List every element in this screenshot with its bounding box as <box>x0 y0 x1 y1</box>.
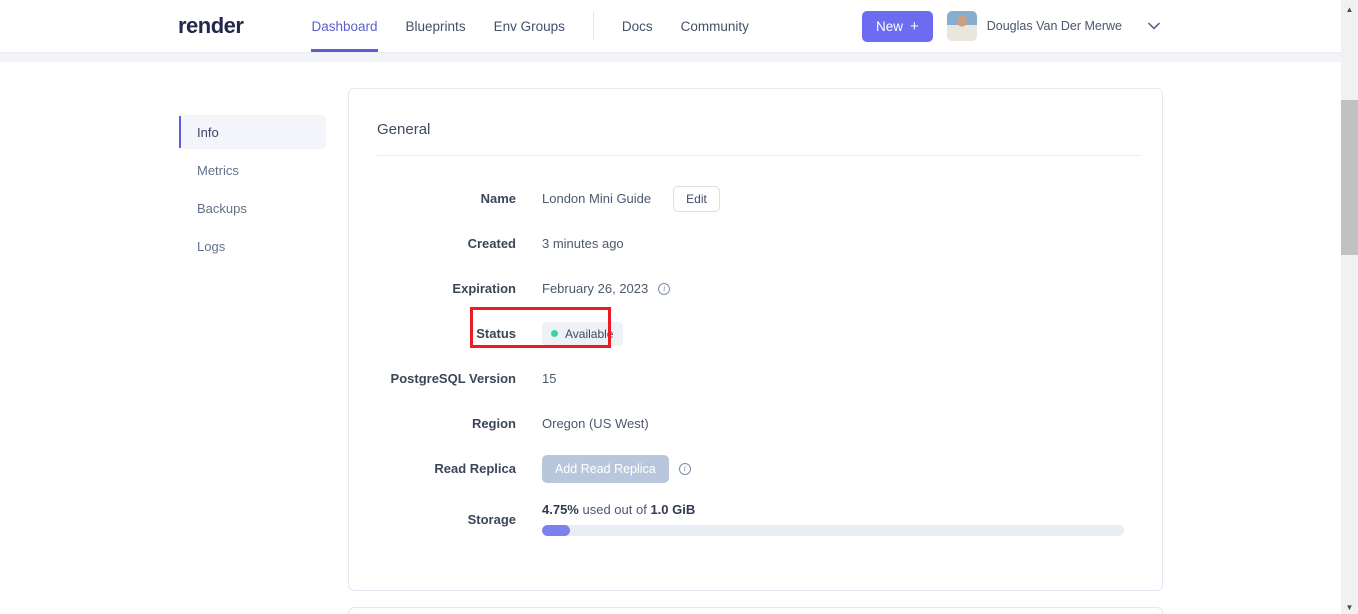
vertical-scrollbar[interactable]: ▲ ▼ <box>1341 0 1358 614</box>
sidebar-item-logs[interactable]: Logs <box>181 229 326 263</box>
next-card-top-edge <box>348 607 1163 614</box>
sidebar-item-metrics[interactable]: Metrics <box>181 153 326 187</box>
status-badge-label: Available <box>565 326 614 341</box>
main-nav: Dashboard Blueprints Env Groups Docs Com… <box>297 0 762 52</box>
created-value: 3 minutes ago <box>542 236 624 251</box>
general-card: General Name London Mini Guide Edit Crea… <box>348 88 1163 591</box>
region-row: Region Oregon (US West) <box>377 401 1122 446</box>
nav-blueprints[interactable]: Blueprints <box>392 0 480 52</box>
postgres-version-value: 15 <box>542 371 557 386</box>
sidebar-item-backups[interactable]: Backups <box>181 191 326 225</box>
new-button-label: New <box>875 18 903 34</box>
sidebar-item-info[interactable]: Info <box>179 115 326 149</box>
created-row: Created 3 minutes ago <box>377 221 1122 266</box>
scrollbar-thumb[interactable] <box>1341 100 1358 255</box>
nav-env-groups[interactable]: Env Groups <box>480 0 579 52</box>
name-label: Name <box>480 191 516 206</box>
region-label: Region <box>471 416 516 431</box>
region-value: Oregon (US West) <box>542 416 649 431</box>
add-read-replica-button[interactable]: Add Read Replica <box>542 454 669 483</box>
scroll-down-arrow-icon[interactable]: ▼ <box>1341 600 1358 614</box>
edit-button[interactable]: Edit <box>673 185 720 212</box>
storage-progress-track <box>542 525 1124 536</box>
name-value: London Mini Guide <box>542 191 652 206</box>
postgres-version-label: PostgreSQL Version <box>390 371 516 386</box>
storage-progress-fill <box>542 525 570 536</box>
header-strip <box>0 53 1358 62</box>
card-divider <box>377 155 1140 156</box>
top-navbar: render Dashboard Blueprints Env Groups D… <box>0 0 1358 53</box>
storage-total: 1.0 GiB <box>650 502 696 517</box>
name-row: Name London Mini Guide Edit <box>377 176 1122 221</box>
user-name[interactable]: Douglas Van Der Merwe <box>987 19 1122 33</box>
nav-docs[interactable]: Docs <box>608 0 667 52</box>
plus-icon: + <box>909 17 919 35</box>
read-replica-label: Read Replica <box>434 461 516 476</box>
read-replica-row: Read Replica Add Read Replica i <box>377 446 1122 491</box>
created-label: Created <box>467 236 516 251</box>
nav-dashboard[interactable]: Dashboard <box>297 0 391 52</box>
expiration-value: February 26, 2023 <box>542 281 649 296</box>
status-row: Status Available <box>377 311 1122 356</box>
render-logo[interactable]: render <box>178 13 244 39</box>
nav-divider <box>592 12 594 40</box>
status-badge: Available <box>542 321 624 346</box>
storage-usage-text: 4.75% used out of 1.0 GiB <box>542 502 1124 517</box>
expiration-label: Expiration <box>452 281 516 296</box>
expiration-row: Expiration February 26, 2023 i <box>377 266 1122 311</box>
storage-label: Storage <box>467 511 516 527</box>
chevron-down-icon[interactable] <box>1148 22 1160 30</box>
content-area: Info Metrics Backups Logs General Name L… <box>179 88 1163 614</box>
new-button[interactable]: New + <box>861 10 933 42</box>
nav-community[interactable]: Community <box>667 0 763 52</box>
scroll-up-arrow-icon[interactable]: ▲ <box>1341 2 1358 16</box>
sidebar: Info Metrics Backups Logs <box>179 115 326 267</box>
info-icon[interactable]: i <box>658 282 671 295</box>
status-label: Status <box>476 326 516 341</box>
storage-middle-text: used out of <box>578 502 651 517</box>
storage-row: Storage 4.75% used out of 1.0 GiB <box>377 491 1124 547</box>
storage-used-percent: 4.75% <box>542 502 579 517</box>
card-title: General <box>377 121 431 138</box>
status-dot-icon <box>551 330 558 337</box>
postgres-version-row: PostgreSQL Version 15 <box>377 356 1122 401</box>
avatar[interactable] <box>946 11 977 41</box>
info-icon[interactable]: i <box>678 462 691 475</box>
